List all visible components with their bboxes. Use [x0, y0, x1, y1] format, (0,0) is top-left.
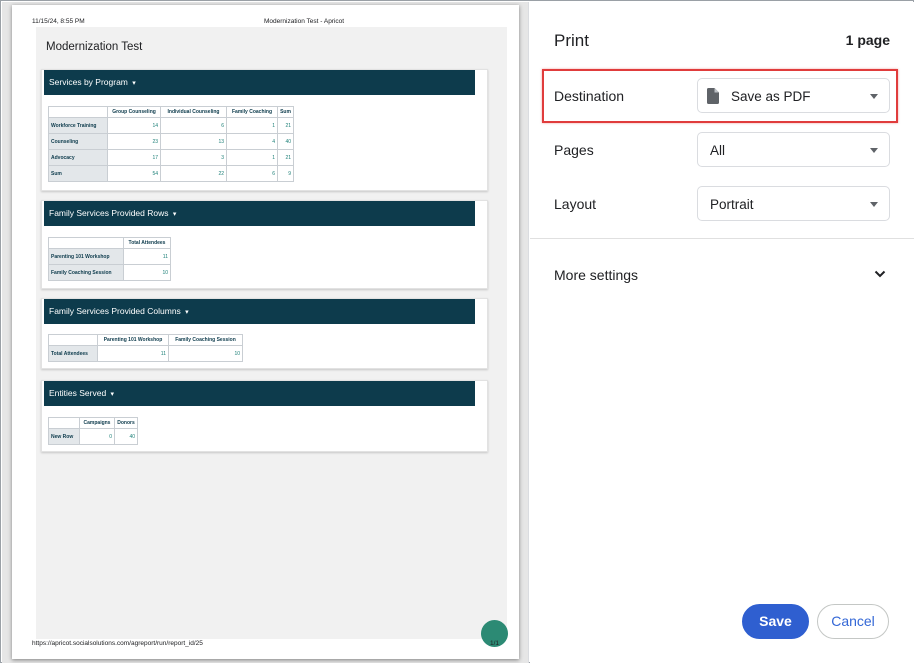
column-header: Parenting 101 Workshop	[97, 334, 169, 346]
column-header: Donors	[114, 417, 138, 429]
destination-value: Save as PDF	[731, 89, 811, 104]
column-header: Campaigns	[79, 417, 115, 429]
row-header: Counseling	[48, 133, 108, 150]
table-cell: 23	[107, 133, 161, 150]
column-header: Family Coaching	[226, 106, 278, 118]
section-header: Entities Served ▾	[44, 381, 475, 406]
table-cell: 0	[79, 428, 115, 445]
table-cell: 3	[160, 149, 227, 166]
table-row: Family Coaching Session 10	[48, 264, 171, 281]
table-cell: 1	[226, 149, 278, 166]
section-title: Family Services Provided Rows	[49, 208, 169, 218]
report-body: Modernization Test Services by Program ▾…	[36, 27, 508, 647]
row-header: Parenting 101 Workshop	[48, 248, 124, 265]
table-cell: 13	[160, 133, 227, 150]
table-cell: 11	[97, 345, 169, 362]
table-cell: 10	[123, 264, 171, 281]
table-row: Parenting 101 Workshop 11	[48, 248, 171, 265]
table-cell: 21	[277, 117, 294, 134]
column-header: Individual Counseling	[160, 106, 227, 118]
section-header: Services by Program ▾	[44, 70, 475, 95]
section-header: Family Services Provided Columns ▾	[44, 299, 475, 324]
dropdown-arrow-icon	[870, 148, 878, 153]
chevron-down-icon[interactable]	[874, 270, 886, 278]
column-header: Sum	[277, 106, 294, 118]
row-header: Total Attendees	[48, 345, 98, 362]
page-footer-url: https://apricot.socialsolutions.com/agre…	[32, 640, 203, 647]
page-count: 1 page	[845, 32, 890, 48]
save-button[interactable]: Save	[742, 604, 809, 639]
caret-down-icon: ▾	[110, 391, 115, 398]
table-row: Total Attendees 11 10	[48, 345, 243, 362]
pages-value: All	[710, 143, 726, 158]
section-header: Family Services Provided Rows ▾	[44, 201, 475, 226]
table-row: Counseling 23 13 4 40	[48, 133, 294, 150]
table-row: Sum 54 22 6 9	[48, 165, 294, 182]
row-header: New Row	[48, 428, 80, 445]
caret-down-icon: ▾	[172, 211, 177, 218]
layout-select[interactable]: Portrait	[697, 186, 890, 221]
page-footer-page-number: 1/1	[490, 640, 500, 647]
destination-select[interactable]: Save as PDF	[697, 78, 890, 113]
document-icon	[707, 88, 719, 104]
pages-label: Pages	[554, 142, 594, 158]
layout-label: Layout	[554, 196, 597, 212]
table-cell: 40	[114, 428, 138, 445]
table-cell: 10	[168, 345, 243, 362]
section-title: Entities Served	[49, 388, 107, 398]
table-row: Workforce Training 14 6 1 21	[48, 117, 294, 134]
table-cell: 14	[107, 117, 161, 134]
data-table: Campaigns Donors New Row 0 40	[48, 417, 138, 445]
data-table: Parenting 101 Workshop Family Coaching S…	[48, 334, 243, 362]
section-card-services-by-program: Services by Program ▾ Group Counseling I…	[41, 69, 488, 191]
more-settings-toggle[interactable]: More settings	[554, 267, 638, 283]
caret-down-icon: ▾	[132, 80, 136, 87]
section-card-entities-served: Entities Served ▾ Campaigns Donors New R…	[41, 380, 488, 452]
dropdown-arrow-icon	[870, 202, 878, 207]
table-cell: 40	[277, 133, 294, 150]
row-header: Family Coaching Session	[48, 264, 124, 281]
table-row: New Row 0 40	[48, 428, 138, 445]
row-header: Workforce Training	[48, 117, 108, 134]
layout-value: Portrait	[710, 197, 754, 212]
table-cell: 54	[107, 165, 161, 182]
caret-down-icon: ▾	[185, 309, 189, 316]
table-cell: 22	[160, 165, 227, 182]
destination-label: Destination	[554, 88, 625, 104]
table-cell: 4	[226, 133, 278, 150]
print-title: Print	[554, 31, 589, 50]
row-header: Sum	[48, 165, 108, 182]
column-header: Group Counseling	[107, 106, 161, 118]
table-cell: 1	[226, 117, 278, 134]
table-cell: 6	[226, 165, 278, 182]
table-cell: 9	[277, 165, 294, 182]
column-header: Total Attendees	[123, 237, 171, 249]
section-title: Services by Program	[49, 77, 128, 87]
print-dialog: 11/15/24, 8:55 PM Modernization Test - A…	[0, 0, 914, 663]
data-table: Group Counseling Individual Counseling F…	[48, 106, 294, 182]
page-header-datetime: 11/15/24, 8:55 PM	[32, 18, 85, 25]
column-header: Family Coaching Session	[168, 334, 243, 346]
table-cell: 21	[277, 149, 294, 166]
preview-page: 11/15/24, 8:55 PM Modernization Test - A…	[12, 5, 519, 659]
section-title: Family Services Provided Columns	[49, 306, 181, 316]
table-row: Advocacy 17 3 1 21	[48, 149, 294, 166]
table-cell: 11	[123, 248, 171, 265]
print-settings-pane: Print 1 page Destination Save as PDF Pag…	[530, 2, 914, 663]
table-cell: 17	[107, 149, 161, 166]
table-cell: 6	[160, 117, 227, 134]
report-title: Modernization Test	[46, 41, 143, 53]
row-header: Advocacy	[48, 149, 108, 166]
divider	[530, 238, 914, 239]
print-preview-pane: 11/15/24, 8:55 PM Modernization Test - A…	[2, 2, 529, 663]
section-card-family-services-columns: Family Services Provided Columns ▾ Paren…	[41, 298, 488, 369]
dropdown-arrow-icon	[870, 94, 878, 99]
cancel-button[interactable]: Cancel	[817, 604, 889, 639]
pages-select[interactable]: All	[697, 132, 890, 167]
section-card-family-services-rows: Family Services Provided Rows ▾ Total At…	[41, 200, 488, 289]
data-table: Total Attendees Parenting 101 Workshop 1…	[48, 237, 171, 281]
page-header-title: Modernization Test - Apricot	[264, 18, 345, 25]
